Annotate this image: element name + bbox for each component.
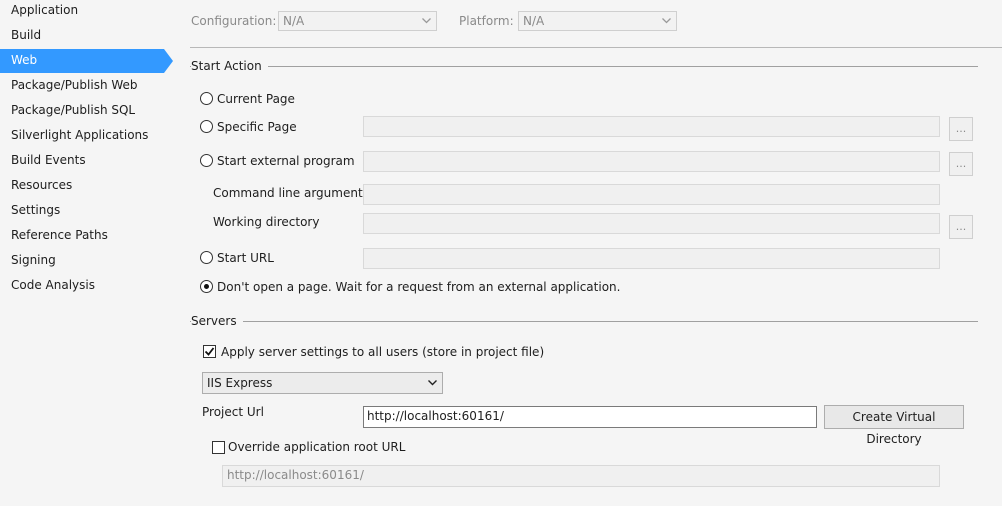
sidebar-item-resources[interactable]: Resources	[0, 174, 164, 198]
server-value: IIS Express	[207, 376, 273, 390]
sidebar-item-code-analysis[interactable]: Code Analysis	[0, 274, 164, 298]
sidebar-item-build-events[interactable]: Build Events	[0, 149, 164, 173]
sidebar-item-signing[interactable]: Signing	[0, 249, 164, 273]
start-url-radio[interactable]	[200, 251, 213, 264]
start-external-program-label[interactable]: Start external program	[217, 153, 355, 169]
sidebar-nav: Application Build Web Package/Publish We…	[0, 0, 173, 506]
chevron-down-icon	[422, 18, 431, 24]
active-item-arrow	[164, 49, 173, 73]
create-virtual-directory-button[interactable]: Create Virtual Directory	[824, 405, 964, 446]
dont-open-page-label[interactable]: Don't open a page. Wait for a request fr…	[217, 279, 620, 295]
radio-selected-dot	[204, 284, 209, 289]
sidebar-item-package-publish-web[interactable]: Package/Publish Web	[0, 74, 164, 98]
dont-open-page-radio[interactable]	[200, 280, 213, 293]
command-line-arguments-input[interactable]	[363, 184, 940, 205]
specific-page-radio[interactable]	[200, 120, 213, 133]
configuration-select[interactable]: N/A	[278, 11, 437, 31]
external-program-browse-button[interactable]: ...	[949, 152, 973, 176]
specific-page-browse-button[interactable]: ...	[949, 117, 973, 141]
start-external-program-radio[interactable]	[200, 154, 213, 167]
sidebar-item-settings[interactable]: Settings	[0, 199, 164, 223]
start-url-label[interactable]: Start URL	[217, 250, 274, 266]
current-page-label[interactable]: Current Page	[217, 91, 295, 107]
specific-page-label[interactable]: Specific Page	[217, 119, 297, 135]
chevron-down-icon	[428, 380, 437, 386]
command-line-arguments-label: Command line arguments	[213, 186, 369, 200]
platform-select[interactable]: N/A	[518, 11, 677, 31]
working-directory-input[interactable]	[363, 213, 940, 234]
checkmark-icon	[204, 347, 215, 356]
override-root-url-label[interactable]: Override application root URL	[228, 439, 405, 455]
override-root-url-checkbox[interactable]	[212, 441, 225, 454]
sidebar-item-package-publish-sql[interactable]: Package/Publish SQL	[0, 99, 164, 123]
sidebar-item-silverlight-applications[interactable]: Silverlight Applications	[0, 124, 164, 148]
configuration-label: Configuration:	[191, 14, 277, 28]
external-program-input[interactable]	[363, 151, 940, 172]
project-url-input[interactable]: http://localhost:60161/	[363, 406, 817, 428]
sidebar-item-reference-paths[interactable]: Reference Paths	[0, 224, 164, 248]
configuration-value: N/A	[283, 14, 305, 28]
working-directory-label: Working directory	[213, 215, 320, 229]
start-url-input[interactable]	[363, 248, 940, 269]
platform-label: Platform:	[459, 14, 514, 28]
server-select[interactable]: IIS Express	[202, 372, 443, 394]
apply-server-settings-label[interactable]: Apply server settings to all users (stor…	[221, 344, 544, 360]
start-action-divider	[190, 66, 978, 67]
sidebar-item-application[interactable]: Application	[0, 0, 164, 23]
header-divider	[190, 47, 1002, 48]
servers-title: Servers	[191, 313, 243, 329]
override-root-url-input[interactable]: http://localhost:60161/	[222, 465, 940, 487]
sidebar-item-web[interactable]: Web	[0, 49, 164, 73]
apply-server-settings-checkbox[interactable]	[203, 345, 216, 358]
specific-page-input[interactable]	[363, 116, 940, 137]
current-page-radio[interactable]	[200, 92, 213, 105]
project-url-label: Project Url	[202, 405, 264, 419]
platform-value: N/A	[523, 14, 545, 28]
working-directory-browse-button[interactable]: ...	[949, 215, 973, 239]
servers-divider	[190, 321, 978, 322]
sidebar-item-build[interactable]: Build	[0, 24, 164, 48]
start-action-title: Start Action	[191, 58, 268, 74]
chevron-down-icon	[662, 18, 671, 24]
